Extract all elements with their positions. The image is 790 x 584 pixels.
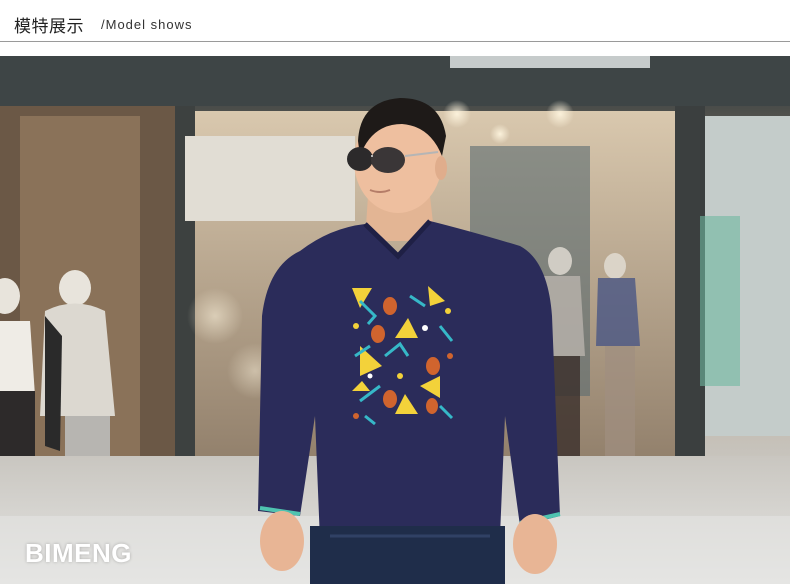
section-title: 模特展示 bbox=[14, 17, 84, 37]
model-photo bbox=[0, 56, 790, 584]
model-photo-illustration bbox=[0, 56, 790, 584]
brand-watermark: BIMENG bbox=[25, 538, 132, 568]
section-header: 模特展示 /Model shows bbox=[0, 0, 790, 42]
section-subtitle: /Model shows bbox=[101, 17, 193, 32]
header-divider bbox=[0, 41, 790, 42]
